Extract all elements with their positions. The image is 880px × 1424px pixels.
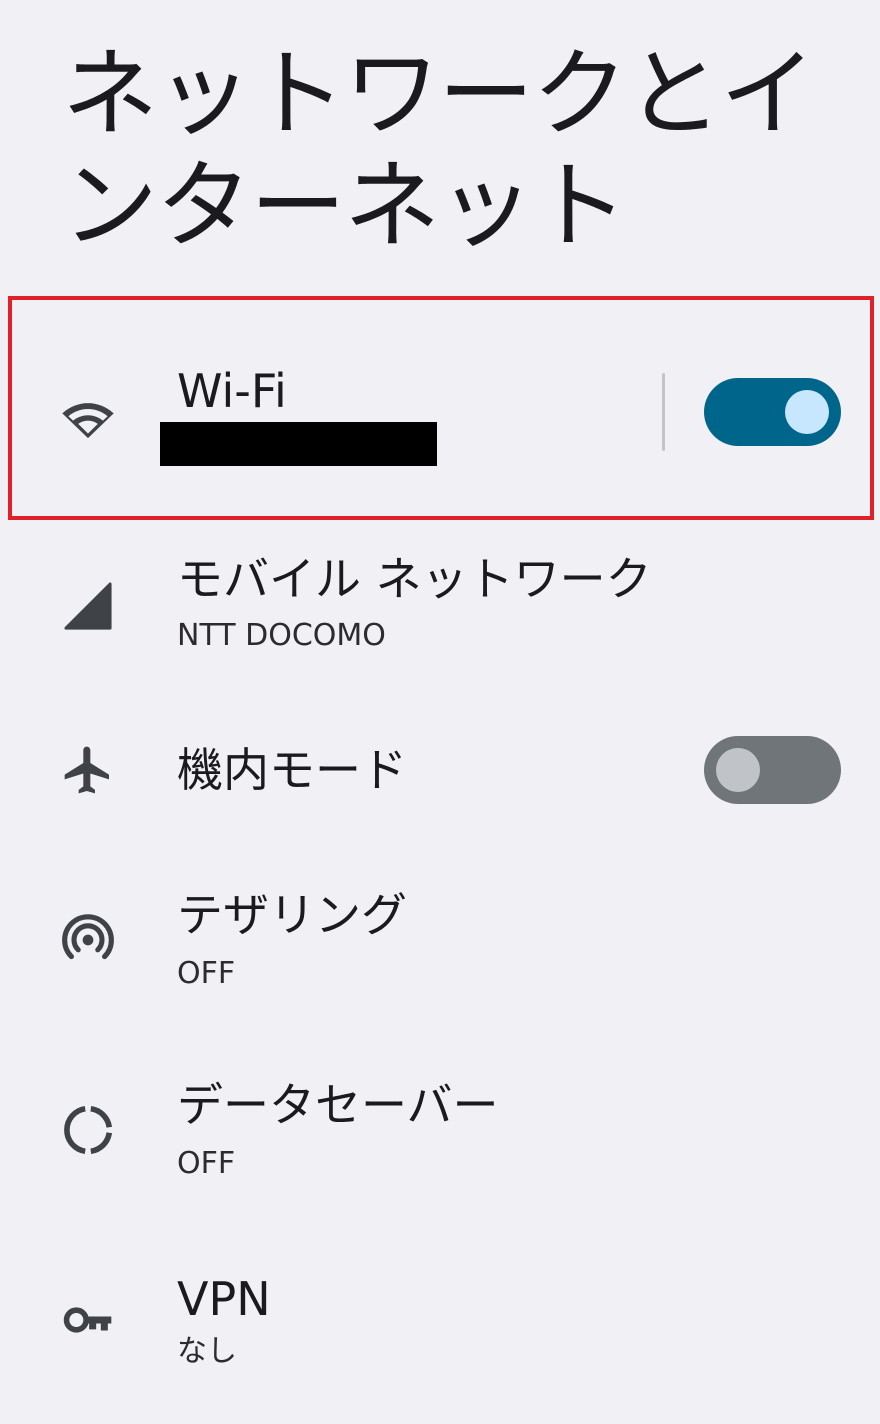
- mobile-network-subtitle: NTT DOCOMO: [177, 618, 386, 653]
- key-icon: [60, 1292, 116, 1348]
- airplane-mode-title: 機内モード: [177, 743, 407, 797]
- toggle-knob: [716, 748, 760, 792]
- airplane-mode-row[interactable]: 機内モード: [0, 700, 880, 840]
- page-title: ネットワークとインターネット: [62, 38, 816, 262]
- tethering-subtitle: OFF: [177, 956, 236, 991]
- mobile-network-title: モバイル ネットワーク: [177, 552, 652, 606]
- data-saver-title: データセーバー: [177, 1078, 499, 1132]
- vpn-subtitle: なし: [177, 1334, 237, 1369]
- data-saver-row[interactable]: データセーバー OFF: [0, 1060, 880, 1220]
- cell-signal-icon: [60, 578, 116, 634]
- highlight-frame: [8, 296, 874, 520]
- mobile-network-row[interactable]: モバイル ネットワーク NTT DOCOMO: [0, 530, 880, 690]
- tethering-title: テザリング: [177, 888, 407, 942]
- tethering-row[interactable]: テザリング OFF: [0, 870, 880, 1030]
- airplane-icon: [60, 742, 116, 798]
- data-saver-subtitle: OFF: [177, 1146, 236, 1181]
- data-saver-icon: [60, 1102, 116, 1158]
- hotspot-icon: [60, 912, 116, 968]
- vpn-title: VPN: [177, 1272, 271, 1326]
- vpn-row[interactable]: VPN なし: [0, 1250, 880, 1410]
- airplane-mode-toggle[interactable]: [704, 736, 841, 804]
